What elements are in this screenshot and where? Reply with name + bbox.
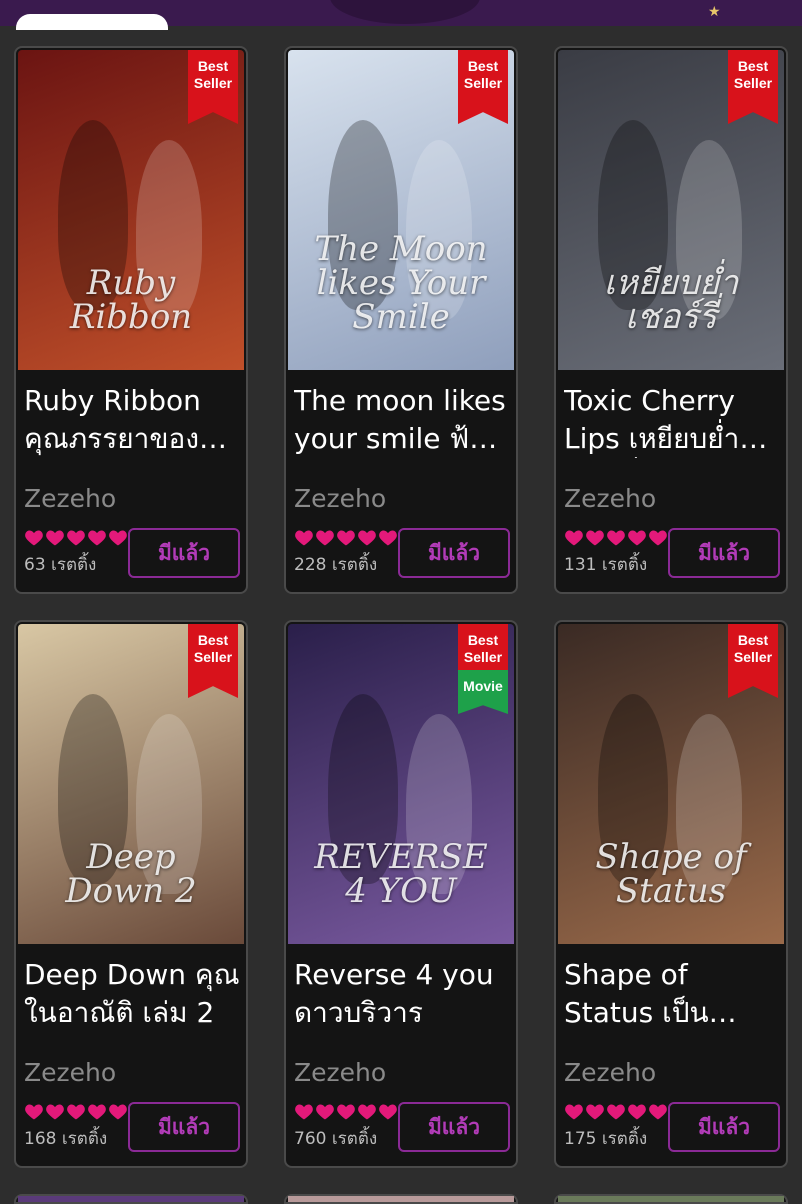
rating-count: 175 เรตติ้ง <box>564 1129 648 1149</box>
heart-icon <box>46 530 64 546</box>
rating-hearts <box>24 528 128 548</box>
cover-title: Ruby Ribbon <box>69 263 193 337</box>
heart-icon <box>379 1104 397 1120</box>
cover-art <box>18 1196 244 1202</box>
book-author[interactable]: Zezeho <box>294 484 386 513</box>
rating-hearts <box>24 1102 128 1122</box>
heart-icon <box>88 1104 106 1120</box>
book-card-partial[interactable] <box>14 1194 248 1204</box>
book-author[interactable]: Zezeho <box>294 1058 386 1087</box>
book-cover[interactable]: Shape of Status Best Seller <box>558 624 784 944</box>
heart-icon <box>67 530 85 546</box>
heart-icon <box>649 530 667 546</box>
heart-icon <box>358 530 376 546</box>
heart-icon <box>607 530 625 546</box>
book-title[interactable]: Deep Down คุณในอาณัติ เล่ม 2 <box>24 956 242 1032</box>
book-title[interactable]: Shape of Status เป็นสถานะ <box>564 956 782 1032</box>
heart-icon <box>46 1104 64 1120</box>
owned-button[interactable]: มีแล้ว <box>128 1102 240 1152</box>
heart-icon <box>337 1104 355 1120</box>
book-card[interactable]: REVERSE 4 YOU Best Seller Movie Reverse … <box>284 620 518 1168</box>
book-title[interactable]: The moon likes your smile ฟ้องกล้ายเดือน <box>294 382 512 458</box>
book-card-partial[interactable] <box>554 1194 788 1204</box>
cover-art <box>558 1196 784 1202</box>
heart-icon <box>586 1104 604 1120</box>
owned-button[interactable]: มีแล้ว <box>128 528 240 578</box>
heart-icon <box>109 1104 127 1120</box>
rating-count: 131 เรตติ้ง <box>564 555 648 575</box>
heart-icon <box>379 530 397 546</box>
heart-icon <box>295 530 313 546</box>
cover-title: Shape of Status <box>595 837 747 911</box>
owned-button[interactable]: มีแล้ว <box>398 1102 510 1152</box>
heart-icon <box>607 1104 625 1120</box>
rating-hearts <box>564 528 668 548</box>
book-cover[interactable]: REVERSE 4 YOU Best Seller Movie <box>288 624 514 944</box>
book-cover[interactable]: Deep Down 2 Best Seller <box>18 624 244 944</box>
book-card-partial[interactable] <box>284 1194 518 1204</box>
rating-count: 760 เรตติ้ง <box>294 1129 378 1149</box>
heart-icon <box>586 530 604 546</box>
book-title[interactable]: Toxic Cherry Lips เหยียบย่ำชั่วเชอร์รี่ <box>564 382 782 458</box>
book-card[interactable]: Deep Down 2 Best Seller Deep Down คุณในอ… <box>14 620 248 1168</box>
book-author[interactable]: Zezeho <box>24 1058 116 1087</box>
heart-icon <box>316 1104 334 1120</box>
heart-icon <box>628 530 646 546</box>
book-title[interactable]: Ruby Ribbon คุณภรรยาของดารา <box>24 382 242 458</box>
heart-icon <box>67 1104 85 1120</box>
book-grid: Ruby Ribbon Best Seller Ruby Ribbon คุณภ… <box>0 0 802 1204</box>
book-card[interactable]: Ruby Ribbon Best Seller Ruby Ribbon คุณภ… <box>14 46 248 594</box>
book-author[interactable]: Zezeho <box>564 1058 656 1087</box>
book-cover[interactable]: เหยียบย่ำ เชอร์รี่ Best Seller <box>558 50 784 370</box>
rating-hearts <box>564 1102 668 1122</box>
rating-hearts <box>294 528 398 548</box>
heart-icon <box>25 1104 43 1120</box>
book-author[interactable]: Zezeho <box>564 484 656 513</box>
cover-title: Deep Down 2 <box>65 837 197 911</box>
heart-icon <box>628 1104 646 1120</box>
book-card[interactable]: เหยียบย่ำ เชอร์รี่ Best Seller Toxic Che… <box>554 46 788 594</box>
heart-icon <box>109 530 127 546</box>
cover-title: REVERSE 4 YOU <box>314 837 488 911</box>
heart-icon <box>649 1104 667 1120</box>
heart-icon <box>358 1104 376 1120</box>
heart-icon <box>295 1104 313 1120</box>
book-cover[interactable]: The Moon likes Your Smile Best Seller <box>288 50 514 370</box>
cover-title: เหยียบย่ำ เชอร์รี่ <box>603 263 739 337</box>
book-author[interactable]: Zezeho <box>24 484 116 513</box>
owned-button[interactable]: มีแล้ว <box>398 528 510 578</box>
book-cover[interactable]: Ruby Ribbon Best Seller <box>18 50 244 370</box>
book-card[interactable]: Shape of Status Best Seller Shape of Sta… <box>554 620 788 1168</box>
owned-button[interactable]: มีแล้ว <box>668 1102 780 1152</box>
owned-button[interactable]: มีแล้ว <box>668 528 780 578</box>
heart-icon <box>25 530 43 546</box>
rating-count: 63 เรตติ้ง <box>24 555 97 575</box>
book-card[interactable]: The Moon likes Your Smile Best Seller Th… <box>284 46 518 594</box>
cover-art <box>288 1196 514 1202</box>
heart-icon <box>337 530 355 546</box>
rating-hearts <box>294 1102 398 1122</box>
book-title[interactable]: Reverse 4 you ดาวบริวาร <box>294 956 512 1032</box>
rating-count: 228 เรตติ้ง <box>294 555 378 575</box>
heart-icon <box>88 530 106 546</box>
cover-title: The Moon likes Your Smile <box>314 229 488 337</box>
heart-icon <box>565 1104 583 1120</box>
rating-count: 168 เรตติ้ง <box>24 1129 108 1149</box>
heart-icon <box>565 530 583 546</box>
heart-icon <box>316 530 334 546</box>
